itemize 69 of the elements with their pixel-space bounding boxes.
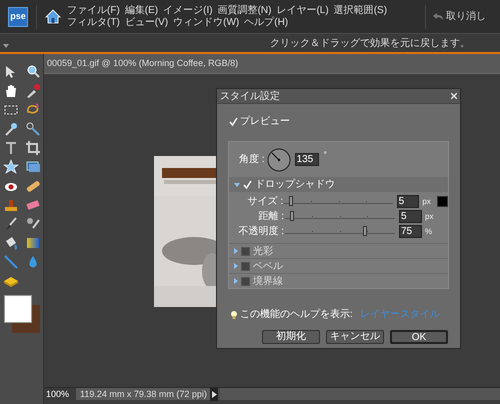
- section-label: 光彩: [253, 244, 273, 258]
- background-color-swatch[interactable]: [12, 305, 40, 333]
- gradient-icon[interactable]: [24, 235, 40, 251]
- dialog-title: スタイル設定: [220, 90, 280, 104]
- menu-item[interactable]: 選択範囲(S): [334, 4, 388, 16]
- dialog-button[interactable]: 初期化: [262, 330, 320, 344]
- value-field[interactable]: 5: [399, 210, 422, 223]
- menu-item[interactable]: イメージ(I): [163, 4, 213, 16]
- checkbox-label: プレビュー: [240, 114, 290, 129]
- crop-icon[interactable]: [24, 140, 40, 156]
- menu-item[interactable]: 編集(E): [124, 4, 158, 16]
- unit-label: °: [324, 149, 327, 161]
- menu-item[interactable]: 画質調整(N): [218, 4, 272, 16]
- slider-thumb[interactable]: [363, 226, 367, 236]
- menu-item[interactable]: ヘルプ(H): [244, 16, 288, 28]
- close-icon[interactable]: [451, 93, 457, 99]
- dialog-button[interactable]: OK: [390, 330, 448, 344]
- shadow-color-swatch[interactable]: [437, 196, 448, 207]
- unit-label: px: [421, 196, 432, 208]
- line-tool-icon[interactable]: [2, 254, 18, 270]
- lightbulb-icon: [231, 310, 237, 318]
- horizontal-scrollbar[interactable]: [220, 388, 500, 400]
- slider-thumb[interactable]: [289, 196, 294, 206]
- help-text: この機能のヘルプを表示:: [240, 308, 353, 322]
- zoom-tool-icon[interactable]: [24, 64, 40, 80]
- hint-text: クリック＆ドラッグで効果を元に戻します。: [270, 36, 470, 50]
- field-label: サイズ :: [246, 195, 284, 209]
- undo-icon: [432, 12, 444, 21]
- undo-button[interactable]: 取り消し: [432, 9, 486, 24]
- slider-track[interactable]: [285, 211, 395, 222]
- field-label: 距離 :: [257, 210, 285, 224]
- slider-track[interactable]: [284, 196, 393, 207]
- angle-field[interactable]: 135: [294, 153, 319, 166]
- checkbox[interactable]: [241, 246, 250, 256]
- magic-wand-icon[interactable]: [2, 121, 18, 137]
- menu-item[interactable]: ファイル(F): [67, 4, 120, 16]
- section-label: 境界線: [253, 274, 283, 288]
- collapsed-icon: [234, 263, 238, 269]
- value-field[interactable]: 5: [396, 195, 420, 208]
- menu-item[interactable]: レイヤー(L): [276, 4, 329, 16]
- field-label: 不透明度 :: [237, 224, 285, 239]
- menu-item[interactable]: ビュー(V): [124, 16, 168, 28]
- field-label: 角度 :: [239, 152, 265, 167]
- app-logo: pse: [8, 6, 28, 26]
- collapsed-icon: [234, 248, 238, 254]
- eyedropper-icon[interactable]: [24, 83, 40, 99]
- angle-dial[interactable]: [266, 148, 291, 172]
- foreground-color-swatch[interactable]: [4, 295, 32, 323]
- caret-icon[interactable]: [3, 44, 9, 48]
- home-icon[interactable]: [45, 9, 61, 24]
- unit-label: px: [424, 210, 434, 222]
- section-header[interactable]: ドロップシャドウ: [229, 177, 448, 192]
- shape-tool-icon[interactable]: [2, 159, 18, 175]
- collapsed-icon: [234, 278, 238, 284]
- section-label: ベベル: [253, 260, 283, 274]
- section-label: ドロップシャドウ: [255, 178, 335, 192]
- document-info: 119.24 mm x 79.38 mm (72 ppi): [76, 388, 210, 400]
- zoom-field[interactable]: 100%: [44, 388, 76, 400]
- slider-track[interactable]: [285, 226, 395, 237]
- unit-label: %: [424, 226, 434, 238]
- checkbox[interactable]: [241, 276, 250, 286]
- menu-item[interactable]: ウィンドウ(W): [173, 16, 240, 28]
- checkbox[interactable]: [241, 262, 250, 270]
- value-field[interactable]: 75: [399, 225, 422, 238]
- stamp-icon[interactable]: [2, 197, 18, 213]
- slider-thumb[interactable]: [290, 211, 294, 221]
- expanded-icon: [234, 182, 240, 186]
- dialog-button[interactable]: キャンセル: [326, 330, 384, 344]
- menu-item[interactable]: フィルタ(T): [67, 16, 120, 28]
